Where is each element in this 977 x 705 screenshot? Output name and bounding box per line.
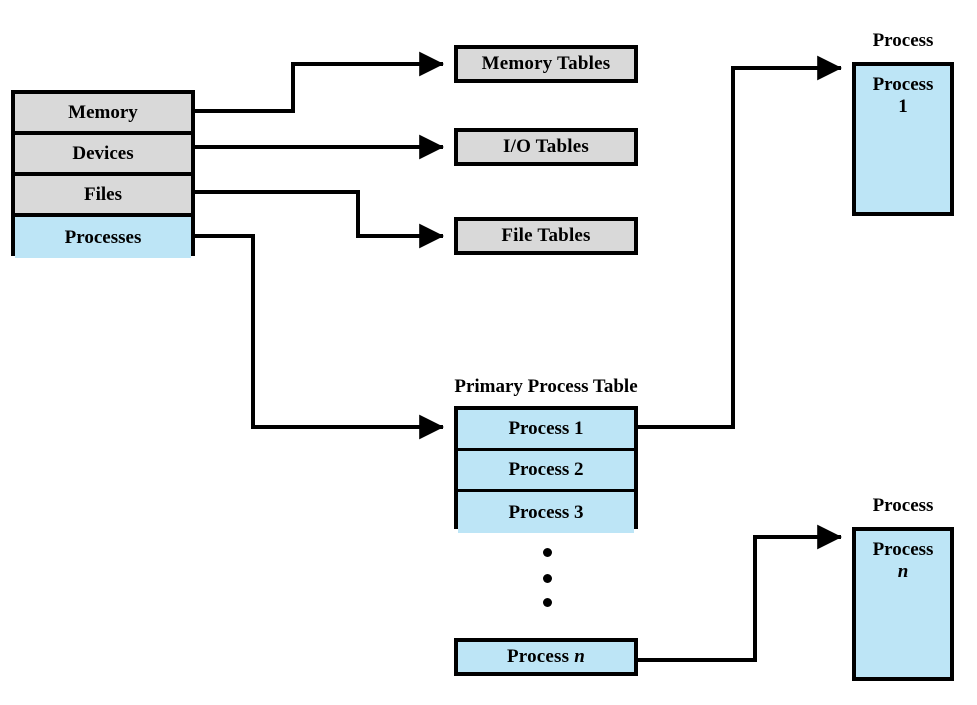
resource-stack-item-memory[interactable]: Memory [15,94,191,135]
resource-stack-item-devices[interactable]: Devices [15,135,191,176]
process-image-1-body: Process 1 [862,74,944,118]
connector-files-to-file-tables [195,190,444,249]
process-image-1-body-prefix: Process [872,74,934,95]
file-tables-label: File Tables [501,224,591,246]
file-tables-box[interactable]: File Tables [454,217,638,255]
connector-process1-to-process-image-1 [638,55,842,429]
row-n-index: n [574,645,585,667]
diagram-canvas: Memory Devices Files Processes Memory Ta… [0,0,977,705]
primary-process-table-row[interactable]: Process 1 [458,410,634,451]
primary-process-table-caption: Primary Process Table [454,376,638,397]
primary-process-table-row[interactable]: Process 3 [458,492,634,533]
primary-process-table-row-label: Process 2 [508,459,584,480]
resource-stack-item-files[interactable]: Files [15,176,191,217]
resource-stack-item-label: Files [84,183,122,205]
primary-process-table-row-label: Process 1 [508,418,584,439]
process-image-1-caption-line1: Process [872,29,934,51]
resource-stack-item-label: Processes [64,226,142,248]
process-image-n-body-index: n [897,560,909,582]
resource-stack-item-processes[interactable]: Processes [15,217,191,258]
connector-memory-to-memory-tables [195,51,444,113]
resource-stack-item-label: Memory [68,101,138,123]
connector-processn-to-process-image-n [638,524,842,662]
resource-stack: Memory Devices Files Processes [11,90,195,258]
process-image-n-body: Process n [862,539,944,583]
process-image-n-caption-line1: Process [872,494,934,516]
io-tables-label: I/O Tables [503,135,589,157]
primary-process-table-row[interactable]: Process 2 [458,451,634,492]
process-image-n-body-prefix: Process [872,539,934,560]
process-image-1-box[interactable]: Process 1 [852,62,954,216]
resource-stack-item-label: Devices [72,142,134,164]
primary-process-table-row-label: Process 3 [508,501,584,523]
primary-process-table-row-n-label: Process n [507,645,585,668]
primary-process-table-row-n[interactable]: Process n [454,638,638,676]
primary-process-table: Process 1 Process 2 Process 3 [454,406,638,533]
process-image-1-body-index: 1 [898,95,908,117]
memory-tables-label: Memory Tables [481,52,611,74]
connector-processes-to-primary-process-table [195,234,444,440]
memory-tables-box[interactable]: Memory Tables [454,45,638,83]
io-tables-box[interactable]: I/O Tables [454,128,638,166]
vertical-ellipsis-icon [539,548,559,610]
row-n-prefix: Process [507,645,575,667]
process-image-n-box[interactable]: Process n [852,527,954,681]
